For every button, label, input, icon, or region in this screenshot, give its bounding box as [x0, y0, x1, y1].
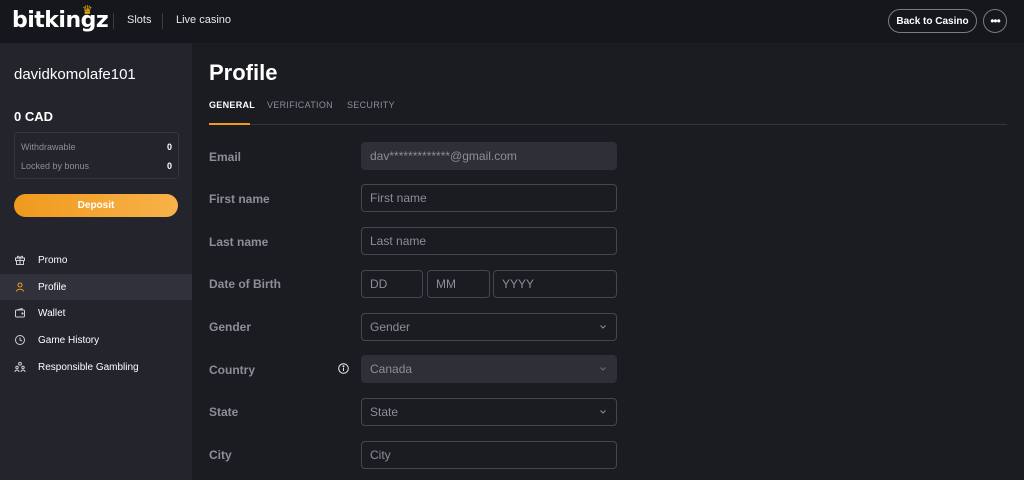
state-label: State — [209, 405, 239, 419]
sidebar-item-label: Wallet — [38, 307, 66, 319]
people-icon — [14, 361, 26, 373]
more-icon: ••• — [990, 14, 1001, 28]
locked-label: Locked by bonus — [21, 161, 90, 171]
bitkingz-logo[interactable]: bitkingz ♛ — [12, 3, 109, 33]
logo-text: bitkingz — [12, 8, 109, 33]
state-value: State — [370, 405, 399, 419]
top-bar: bitkingz ♛ Slots Live casino Back to Cas… — [0, 0, 1024, 43]
first-name-field[interactable]: First name — [361, 184, 617, 212]
user-icon — [15, 282, 25, 292]
nav-divider — [113, 13, 114, 29]
locked-value: 0 — [166, 161, 172, 171]
sidebar-item-label: Profile — [38, 281, 67, 293]
sidebar-item-responsible-gambling[interactable]: Responsible Gambling — [0, 354, 192, 380]
tabs-divider — [209, 124, 1007, 125]
country-label: Country — [209, 363, 255, 377]
gender-value: Gender — [370, 320, 411, 334]
clock-icon — [15, 335, 25, 345]
dob-month-field[interactable]: MM — [427, 270, 490, 298]
city-placeholder: City — [370, 448, 391, 462]
nav-divider — [162, 13, 163, 29]
dob-day-field[interactable]: DD — [361, 270, 423, 298]
back-to-casino-button[interactable]: Back to Casino — [888, 9, 977, 33]
gender-label: Gender — [209, 320, 252, 334]
dob-day-placeholder: DD — [370, 277, 388, 291]
email-field[interactable]: dav*************@gmail.com — [361, 142, 617, 170]
sidebar: davidkomolafe101 0 CAD Withdrawable 0 Lo… — [0, 43, 192, 480]
active-tab-indicator — [209, 123, 250, 125]
chevron-down-icon — [600, 367, 606, 371]
city-label: City — [209, 448, 232, 462]
balance: 0 CAD — [14, 109, 54, 124]
more-options-button[interactable]: ••• — [983, 9, 1007, 33]
dob-label: Date of Birth — [209, 277, 281, 291]
tab-general[interactable]: GENERAL — [209, 100, 255, 110]
first-name-label: First name — [209, 192, 270, 206]
locked-row: Locked by bonus 0 — [21, 161, 172, 171]
sidebar-item-label: Responsible Gambling — [38, 361, 139, 373]
state-select[interactable]: State — [361, 398, 617, 426]
tab-verification[interactable]: VERIFICATION — [267, 100, 333, 110]
crown-icon: ♛ — [82, 3, 93, 17]
gift-icon — [15, 255, 25, 265]
first-name-placeholder: First name — [370, 191, 427, 205]
city-field[interactable]: City — [361, 441, 617, 469]
country-value: Canada — [370, 362, 413, 376]
last-name-placeholder: Last name — [370, 234, 427, 248]
main-content: Profile GENERAL VERIFICATION SECURITY Em… — [192, 43, 1024, 480]
deposit-button[interactable]: Deposit — [14, 194, 178, 217]
page-title: Profile — [209, 60, 278, 85]
email-value: dav*************@gmail.com — [370, 149, 517, 163]
dob-year-field[interactable]: YYYY — [493, 270, 617, 298]
chevron-down-icon — [600, 325, 606, 329]
nav-link-slots[interactable]: Slots — [127, 14, 151, 26]
last-name-label: Last name — [209, 235, 269, 249]
withdrawable-row: Withdrawable 0 — [21, 142, 172, 152]
gender-select[interactable]: Gender — [361, 313, 617, 341]
balance-details: Withdrawable 0 Locked by bonus 0 — [14, 132, 179, 179]
sidebar-item-game-history[interactable]: Game History — [0, 327, 192, 353]
sidebar-item-wallet[interactable]: Wallet — [0, 300, 192, 326]
tab-security[interactable]: SECURITY — [347, 100, 395, 110]
info-icon[interactable] — [338, 363, 349, 374]
dob-month-placeholder: MM — [436, 277, 456, 291]
wallet-icon — [15, 307, 25, 318]
nav-link-live-casino[interactable]: Live casino — [176, 14, 231, 26]
email-label: Email — [209, 150, 242, 164]
withdrawable-label: Withdrawable — [21, 142, 76, 152]
sidebar-item-profile[interactable]: Profile — [0, 274, 192, 300]
country-select[interactable]: Canada — [361, 355, 617, 383]
last-name-field[interactable]: Last name — [361, 227, 617, 255]
username: davidkomolafe101 — [14, 66, 136, 83]
sidebar-item-label: Promo — [38, 254, 68, 266]
sidebar-item-label: Game History — [38, 334, 100, 346]
chevron-down-icon — [600, 410, 606, 414]
withdrawable-value: 0 — [166, 142, 172, 152]
dob-year-placeholder: YYYY — [502, 277, 535, 291]
sidebar-item-promo[interactable]: Promo — [0, 247, 192, 273]
